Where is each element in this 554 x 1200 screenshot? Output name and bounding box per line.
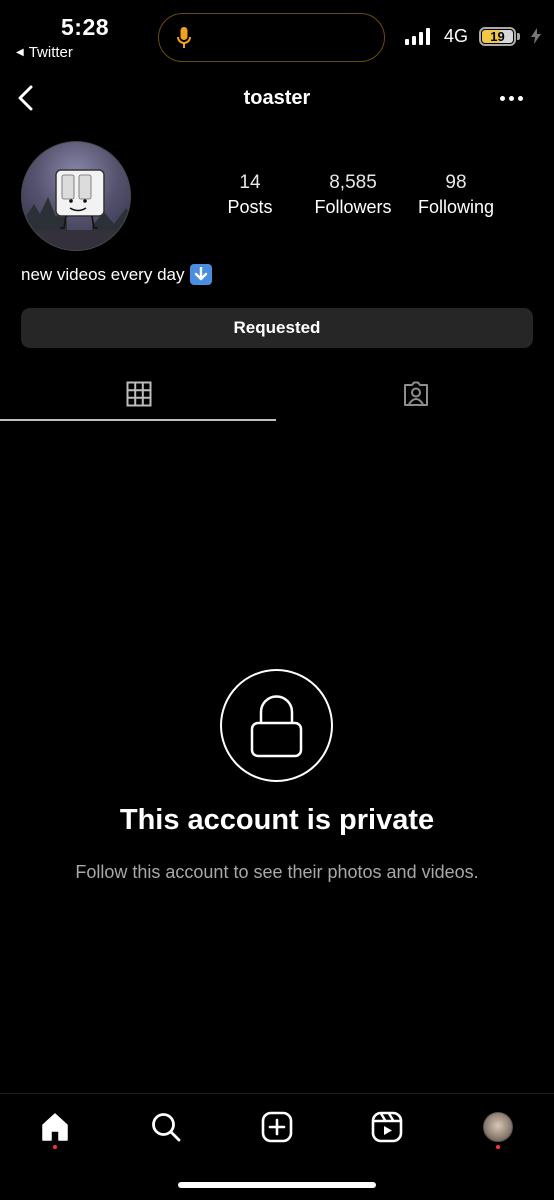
profile-notification-dot (496, 1145, 500, 1149)
search-icon (152, 1113, 181, 1142)
back-to-app-link[interactable]: ◀ Twitter (16, 44, 73, 61)
lock-icon (250, 695, 303, 758)
status-time: 5:28 (61, 14, 110, 40)
avatar (483, 1112, 513, 1142)
grid-icon (126, 381, 151, 407)
more-options-icon[interactable] (500, 96, 523, 101)
following-count[interactable]: 98 Following (401, 172, 511, 218)
followers-value: 8,585 (329, 172, 377, 193)
reels-icon (371, 1111, 403, 1143)
home-icon (42, 1113, 68, 1141)
requested-button[interactable]: Requested (21, 308, 533, 348)
down-arrow-emoji-icon (190, 264, 213, 285)
private-subtitle: Follow this account to see their photos … (75, 862, 479, 882)
following-label: Following (417, 197, 495, 217)
plus-square-icon (261, 1111, 293, 1143)
charging-bolt-icon (531, 28, 541, 44)
nav-home[interactable] (35, 1107, 75, 1147)
posts-label: Posts (227, 197, 273, 217)
followers-count[interactable]: 8,585 Followers (298, 172, 408, 218)
following-value: 98 (445, 172, 467, 193)
profile-username: toaster (243, 87, 311, 109)
battery-level: 19 (482, 29, 513, 44)
posts-count: 14 Posts (195, 172, 305, 218)
profile-avatar[interactable] (21, 141, 131, 251)
back-triangle-icon: ◀ (16, 47, 24, 58)
nav-divider (0, 1093, 554, 1094)
active-tab-indicator (0, 419, 276, 421)
nav-search[interactable] (146, 1107, 186, 1147)
dynamic-island (158, 13, 385, 62)
posts-value: 14 (239, 172, 261, 193)
private-title: This account is private (119, 804, 435, 836)
mic-icon (177, 27, 191, 48)
nav-create[interactable] (257, 1107, 297, 1147)
tagged-person-icon (403, 381, 428, 406)
tab-tagged[interactable] (277, 368, 554, 420)
home-notification-dot (53, 1145, 57, 1149)
tab-grid[interactable] (0, 368, 277, 420)
lock-circle (220, 669, 333, 782)
toaster-avatar-image (22, 169, 130, 250)
profile-bio: new videos every day (21, 264, 213, 285)
signal-icon (405, 27, 430, 45)
network-type: 4G (444, 26, 469, 46)
battery-icon: 19 (479, 27, 516, 46)
battery-nub (517, 33, 520, 40)
bio-text: new videos every day (21, 264, 185, 284)
home-indicator[interactable] (178, 1182, 376, 1188)
followers-label: Followers (314, 197, 392, 217)
nav-profile[interactable] (478, 1107, 518, 1147)
nav-reels[interactable] (367, 1107, 407, 1147)
back-app-label: Twitter (28, 44, 73, 61)
